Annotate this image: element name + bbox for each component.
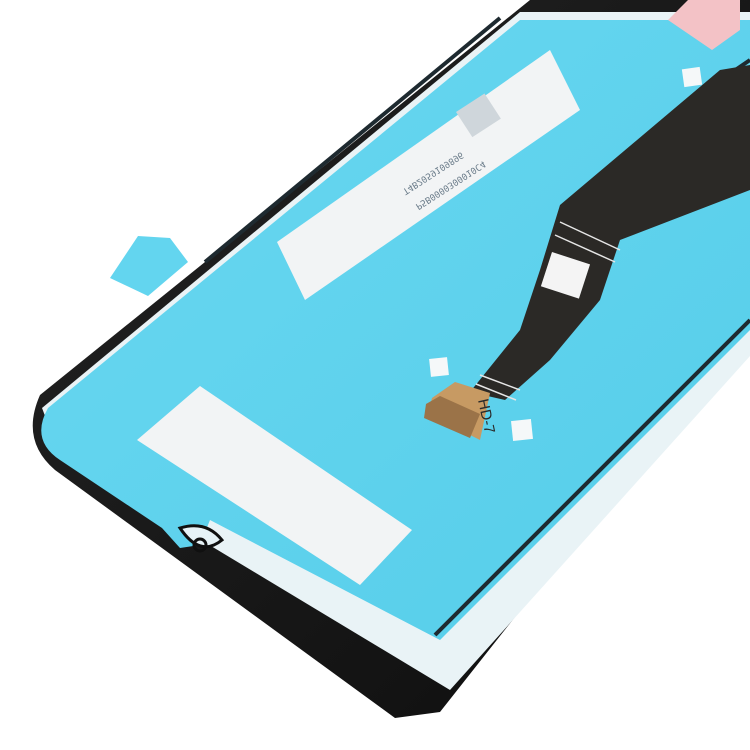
alignment-square [429,357,449,377]
alignment-square [681,66,703,88]
alignment-square [511,419,533,441]
product-photo: P5B0000300010C4 T4B2059109896 HD-7 [0,0,750,750]
